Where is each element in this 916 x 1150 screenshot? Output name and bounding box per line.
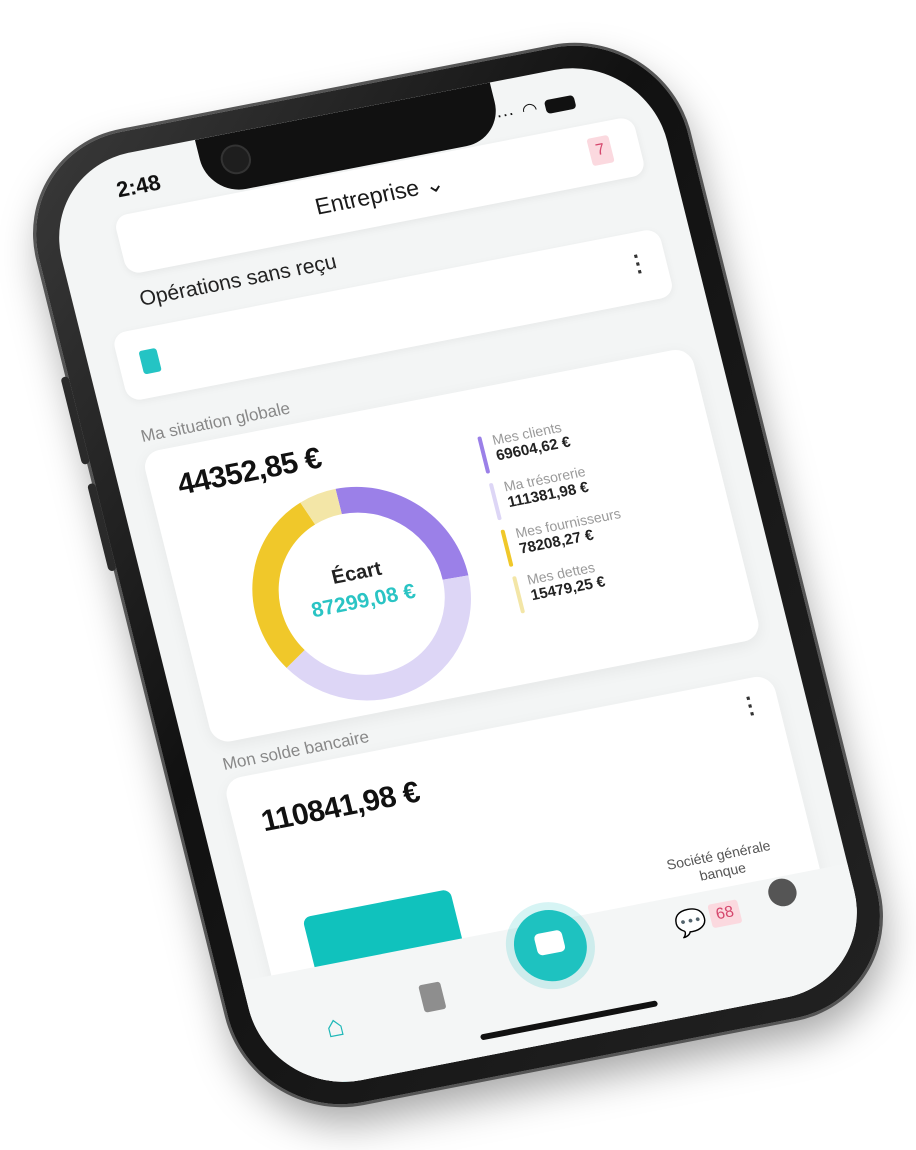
signal-icon: ···· [488, 102, 517, 127]
status-icons: ···· ◠ [488, 91, 577, 128]
legend-color-bar [477, 436, 491, 474]
donut-slice-mes-fournisseurs [252, 502, 316, 668]
profile-icon[interactable] [765, 876, 800, 909]
scene: 2:48 ···· ◠ Entreprise ⌄ 7 Opérations sa… [0, 0, 916, 1150]
more-options-icon[interactable]: · · · [630, 243, 647, 284]
global-situation-card[interactable]: 44352,85 € Écart 87299,08 € Mes clients … [141, 346, 763, 745]
donut-legend: Mes clients 69604,62 € Ma trésorerie 111… [477, 397, 720, 622]
app-screen: 2:48 ···· ◠ Entreprise ⌄ 7 Opérations sa… [39, 52, 877, 1098]
messages-badge[interactable]: 68 [707, 899, 743, 929]
legend-color-bar [488, 482, 502, 521]
legend-color-bar [512, 575, 526, 614]
more-options-icon[interactable]: · · · [742, 685, 759, 726]
wifi-icon: ◠ [519, 98, 540, 121]
battery-icon [543, 94, 577, 114]
documents-icon[interactable] [418, 981, 447, 1013]
legend-color-bar [500, 529, 514, 568]
chevron-down-icon: ⌄ [421, 169, 447, 199]
donut-slice-mes-clients [335, 486, 469, 581]
bank-amount: 110841,98 € [257, 775, 423, 839]
document-icon [138, 347, 162, 375]
donut-slice-ma-trésorerie [286, 575, 471, 701]
chat-icon[interactable]: 💬 [671, 905, 710, 941]
company-name: Entreprise [312, 174, 422, 220]
camera-icon [533, 929, 567, 957]
donut-slice-mes-dettes [300, 488, 343, 525]
balance-donut-chart [252, 486, 471, 701]
phone-mockup: 2:48 ···· ◠ Entreprise ⌄ 7 Opérations sa… [12, 26, 904, 1124]
donut-segments [252, 486, 471, 701]
clock: 2:48 [113, 169, 164, 203]
home-icon[interactable]: ⌂ [322, 1009, 348, 1045]
